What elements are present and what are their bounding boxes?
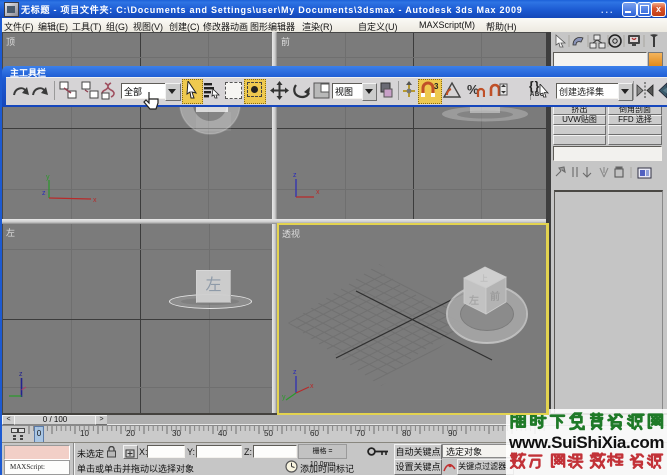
svg-text:z: z <box>293 369 297 376</box>
svg-text:前: 前 <box>490 290 500 303</box>
svg-text:3: 3 <box>434 82 439 91</box>
svg-text:上: 上 <box>480 274 488 283</box>
svg-text:x: x <box>316 189 320 196</box>
svg-text:z: z <box>293 172 297 179</box>
svg-text:z: z <box>42 190 46 197</box>
svg-text:左: 左 <box>468 294 479 307</box>
svg-text:x: x <box>310 383 314 390</box>
svg-text:z: z <box>19 371 23 378</box>
svg-text:y: y <box>46 174 50 181</box>
svg-text:x: x <box>93 197 97 204</box>
svg-text:y: y <box>282 394 286 401</box>
